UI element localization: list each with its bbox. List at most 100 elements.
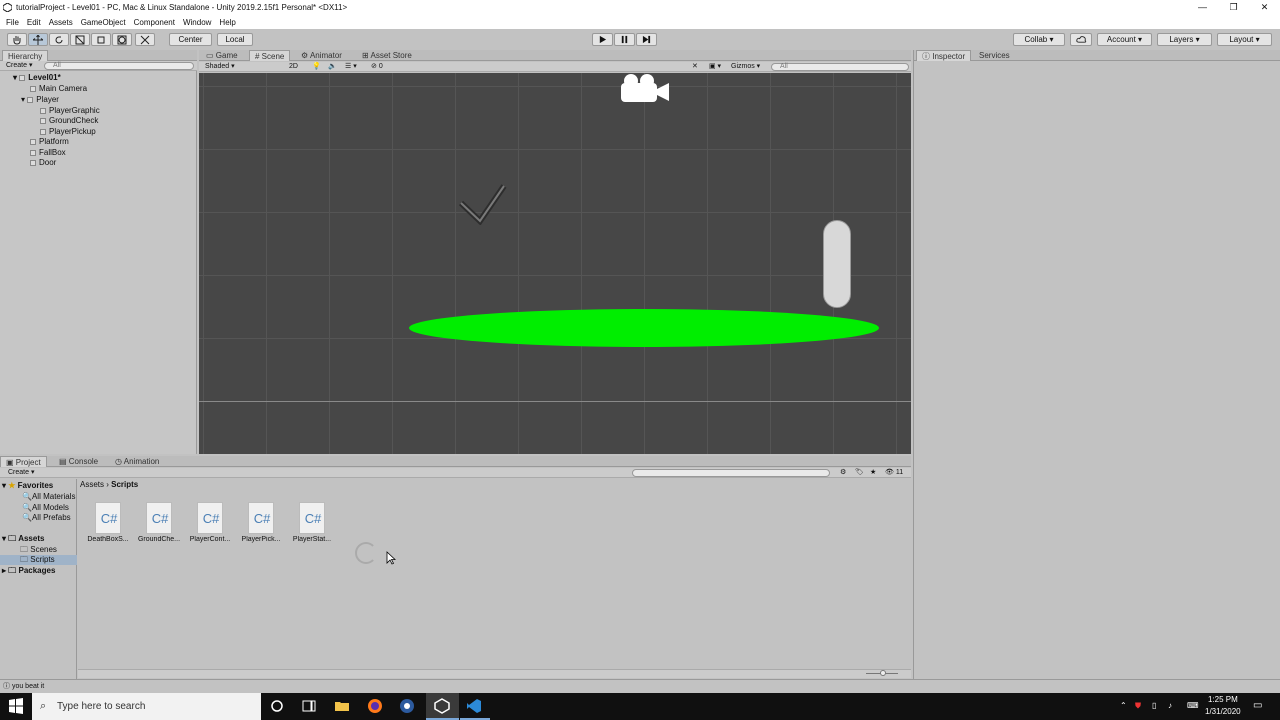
hierarchy-create-button[interactable]: Create ▾: [6, 61, 32, 71]
tab-project[interactable]: ▣ Project: [0, 456, 47, 467]
shading-mode-dropdown[interactable]: Shaded ▾: [205, 62, 235, 72]
script-asset[interactable]: C# PlayerPick...: [237, 502, 285, 543]
unity-taskbar-button[interactable]: [426, 693, 459, 720]
layout-dropdown[interactable]: Layout ▾: [1217, 33, 1272, 46]
file-explorer-icon[interactable]: [334, 698, 350, 714]
firefox-icon[interactable]: [367, 698, 383, 714]
platform-object[interactable]: [409, 309, 879, 347]
layers-dropdown[interactable]: Layers ▾: [1157, 33, 1212, 46]
hierarchy-item-groundcheck[interactable]: GroundCheck: [40, 116, 98, 126]
favorites-item[interactable]: ▾ ★ Favorites: [2, 481, 53, 491]
assets-root-item[interactable]: ▾ 🗀 Assets: [2, 534, 44, 544]
lighting-toggle[interactable]: 💡: [312, 62, 321, 72]
scene-viewport[interactable]: [199, 73, 911, 454]
script-asset[interactable]: C# PlayerStat...: [288, 502, 336, 543]
clock-date[interactable]: 1/31/2020: [1205, 707, 1241, 716]
tray-overflow-icon[interactable]: ⌃: [1120, 701, 1127, 710]
breadcrumb-assets[interactable]: Assets: [80, 480, 104, 489]
tab-animation[interactable]: ◷ Animation: [110, 456, 164, 467]
account-dropdown[interactable]: Account ▾: [1097, 33, 1152, 46]
filter-by-type-icon[interactable]: ⚙: [840, 468, 846, 478]
toggle-2d-button[interactable]: 2D: [289, 62, 298, 72]
hierarchy-item-playergraphic[interactable]: PlayerGraphic: [40, 106, 100, 116]
rotate-tool-button[interactable]: [49, 33, 69, 46]
menu-help[interactable]: Help: [219, 18, 235, 27]
scale-tool-button[interactable]: [70, 33, 90, 46]
windows-start-icon[interactable]: [8, 698, 24, 714]
menu-assets[interactable]: Assets: [49, 18, 73, 27]
camera-settings-dropdown[interactable]: ▣ ▾: [709, 62, 721, 72]
audio-toggle[interactable]: 🔈: [328, 62, 337, 72]
icon-size-slider-thumb[interactable]: [880, 670, 886, 676]
keyboard-tray-icon[interactable]: ⌨: [1187, 701, 1199, 710]
script-asset[interactable]: C# DeathBoxS...: [84, 502, 132, 543]
pivot-space-button[interactable]: Local: [217, 33, 253, 46]
collab-button[interactable]: Collab ▾: [1013, 33, 1065, 46]
tab-animator[interactable]: ⚙ Animator: [296, 50, 347, 61]
hierarchy-search-input[interactable]: All: [44, 62, 194, 70]
tab-scene[interactable]: # Scene: [249, 50, 291, 61]
scene-root-item[interactable]: ▾ Level01*: [13, 73, 61, 83]
play-button[interactable]: [592, 33, 613, 46]
hierarchy-item-platform[interactable]: Platform: [30, 137, 69, 147]
menu-file[interactable]: File: [6, 18, 19, 27]
tab-services[interactable]: Services: [974, 50, 1015, 61]
minimize-button[interactable]: —: [1187, 0, 1218, 15]
status-message[interactable]: ⓘ you beat it: [3, 682, 44, 692]
custom-tool-button[interactable]: [135, 33, 155, 46]
scene-search-input[interactable]: All: [771, 63, 909, 71]
breadcrumb-scripts[interactable]: Scripts: [111, 480, 138, 489]
menu-edit[interactable]: Edit: [27, 18, 41, 27]
menu-component[interactable]: Component: [134, 18, 175, 27]
tab-game[interactable]: ▭ Game: [201, 50, 243, 61]
transform-tool-button[interactable]: [112, 33, 132, 46]
favorite-all-materials[interactable]: 🔍All Materials: [22, 492, 76, 502]
player-capsule[interactable]: [823, 220, 851, 308]
move-tool-button[interactable]: [28, 33, 48, 46]
chrome-app-icon[interactable]: [399, 698, 415, 714]
hand-tool-button[interactable]: [7, 33, 27, 46]
hierarchy-item-playerpickup[interactable]: PlayerPickup: [40, 127, 96, 137]
notification-icon[interactable]: ▭: [1253, 700, 1262, 711]
volume-tray-icon[interactable]: ♪: [1168, 701, 1172, 710]
vscode-icon[interactable]: [466, 698, 482, 714]
tools-toggle[interactable]: ✕: [692, 62, 698, 72]
rect-tool-button[interactable]: [91, 33, 111, 46]
project-search-input[interactable]: [632, 469, 830, 477]
menu-gameobject[interactable]: GameObject: [81, 18, 126, 27]
cloud-button[interactable]: [1070, 33, 1092, 46]
project-create-button[interactable]: Create ▾: [8, 468, 34, 478]
network-tray-icon[interactable]: ▯: [1152, 701, 1156, 710]
gizmos-dropdown[interactable]: Gizmos ▾: [731, 62, 760, 72]
task-view-icon[interactable]: [301, 698, 317, 714]
menu-window[interactable]: Window: [183, 18, 211, 27]
security-tray-icon[interactable]: ⛊: [1135, 701, 1141, 711]
hierarchy-item-fallbox[interactable]: FallBox: [30, 148, 66, 158]
hierarchy-item-door[interactable]: Door: [30, 158, 56, 168]
favorite-all-prefabs[interactable]: 🔍All Prefabs: [22, 513, 71, 523]
close-button[interactable]: ✕: [1249, 0, 1280, 15]
clock-time[interactable]: 1:25 PM: [1208, 695, 1238, 704]
cortana-icon[interactable]: [269, 698, 285, 714]
effects-dropdown[interactable]: ☰ ▾: [345, 62, 357, 72]
favorite-star-icon[interactable]: ★: [870, 468, 876, 478]
tab-asset-store[interactable]: ⊞ Asset Store: [357, 50, 417, 61]
hierarchy-item-main-camera[interactable]: Main Camera: [30, 84, 87, 94]
taskbar-search-input[interactable]: ⌕ Type here to search: [32, 693, 261, 720]
tab-console[interactable]: ▤ Console: [54, 456, 103, 467]
tab-inspector[interactable]: ⓘ Inspector: [916, 50, 972, 61]
camera-gizmo-icon[interactable]: [619, 73, 673, 106]
hidden-packages-count[interactable]: 👁 11: [885, 468, 903, 478]
door-checkmark-icon[interactable]: [458, 183, 508, 225]
step-button[interactable]: [636, 33, 657, 46]
hierarchy-item-player[interactable]: ▾ Player: [21, 95, 59, 105]
filter-by-label-icon[interactable]: 🏷: [855, 468, 864, 478]
maximize-button[interactable]: ❐: [1218, 0, 1249, 15]
favorite-all-models[interactable]: 🔍All Models: [22, 503, 69, 513]
script-asset[interactable]: C# GroundChe...: [135, 502, 183, 543]
packages-item[interactable]: ▸ 🗀 Packages: [2, 566, 55, 576]
folder-scripts[interactable]: 🗀 Scripts: [0, 555, 77, 565]
hidden-objects-count[interactable]: ⊘ 0: [371, 62, 383, 72]
pivot-center-button[interactable]: Center: [169, 33, 212, 46]
tab-hierarchy[interactable]: Hierarchy: [2, 50, 49, 61]
